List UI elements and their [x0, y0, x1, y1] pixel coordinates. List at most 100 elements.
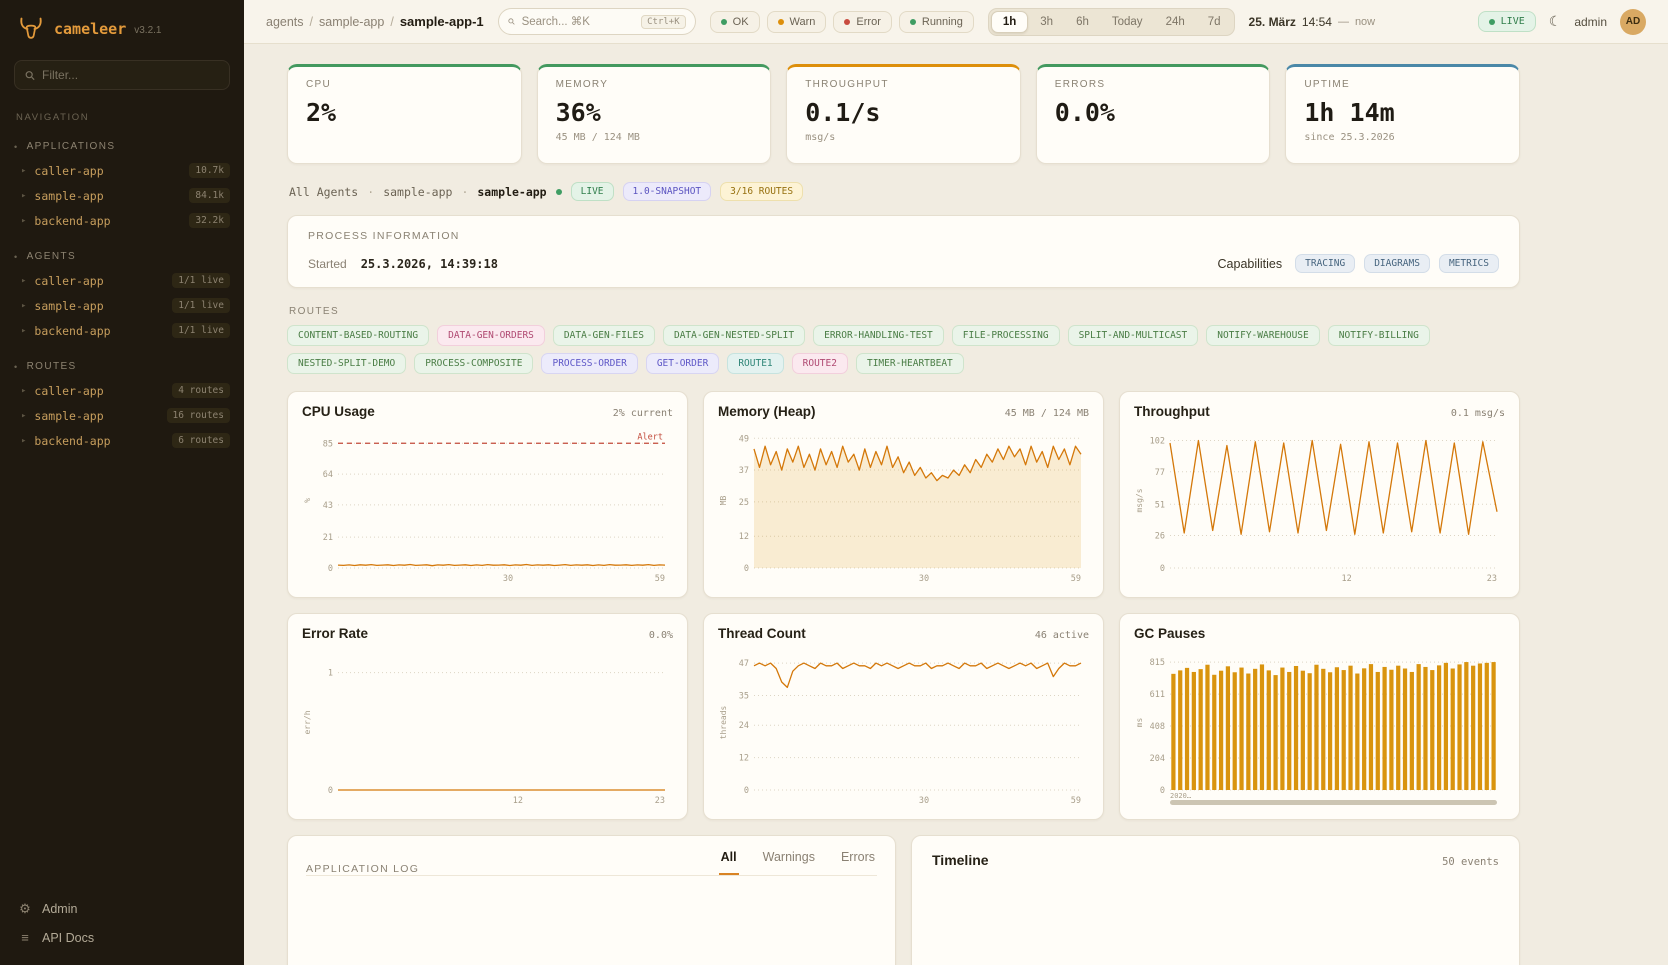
capability-metrics: METRICS [1439, 254, 1499, 273]
section-header-routes[interactable]: •ROUTES [14, 361, 230, 372]
svg-text:815: 815 [1150, 658, 1165, 668]
timeline-title: Timeline [932, 852, 989, 868]
navigation-label: NAVIGATION [16, 112, 228, 123]
time-range-6h[interactable]: 6h [1065, 12, 1100, 32]
svg-text:25: 25 [739, 498, 749, 508]
stat-label: CPU [306, 79, 503, 90]
svg-text:37: 37 [739, 466, 749, 476]
route-chip-timer-heartbeat[interactable]: TIMER-HEARTBEAT [856, 353, 964, 374]
log-tabs: All Warnings Errors [719, 850, 877, 875]
route-chip-get-order[interactable]: GET-ORDER [646, 353, 719, 374]
breadcrumb: agents/sample-app/sample-app-1 [266, 14, 484, 29]
sidebar-item-backend-app[interactable]: ▸backend-app32.2k [0, 208, 244, 233]
sidebar-footer: ⚙Admin ≡API Docs [0, 891, 244, 965]
route-chip-route1[interactable]: ROUTE1 [727, 353, 783, 374]
route-chip-data-gen-orders[interactable]: DATA-GEN-ORDERS [437, 325, 545, 346]
time-range-1h[interactable]: 1h [991, 11, 1028, 33]
avatar[interactable]: AD [1620, 9, 1646, 35]
log-tab-warnings[interactable]: Warnings [761, 850, 817, 875]
capabilities-label: Capabilities [1218, 257, 1283, 271]
timeline-event-count: 50 events [1442, 856, 1499, 868]
stat-label: ERRORS [1055, 79, 1252, 90]
section-header-agents[interactable]: •AGENTS [14, 251, 230, 262]
date-label: 25. März [1249, 15, 1296, 29]
breadcrumb-agents[interactable]: agents [266, 15, 304, 29]
route-chip-process-composite[interactable]: PROCESS-COMPOSITE [414, 353, 533, 374]
sidebar-item-sample-app[interactable]: ▸sample-app16 routes [0, 403, 244, 428]
main-area: agents/sample-app/sample-app-1 Ctrl+K OK… [244, 0, 1668, 965]
log-tab-all[interactable]: All [719, 850, 739, 875]
log-tab-errors[interactable]: Errors [839, 850, 877, 875]
app-root: cameleer v3.2.1 NAVIGATION •APPLICATIONS… [0, 0, 1668, 965]
sidebar-section-routes: •ROUTES ▸caller-app4 routes▸sample-app16 … [0, 361, 244, 453]
sidebar-item-sample-app[interactable]: ▸sample-app84.1k [0, 183, 244, 208]
breadcrumb-separator: / [310, 15, 313, 29]
search-box[interactable]: Ctrl+K [498, 8, 696, 35]
sidebar-filter[interactable] [14, 60, 230, 90]
date-range-control[interactable]: 25. März 14:54 — now [1249, 15, 1376, 29]
sidebar-item-caller-app[interactable]: ▸caller-app4 routes [0, 378, 244, 403]
svg-text:1: 1 [328, 669, 333, 679]
route-chip-split-and-multicast[interactable]: SPLIT-AND-MULTICAST [1068, 325, 1199, 346]
breadcrumb-sample-app-1: sample-app-1 [400, 14, 484, 29]
agent-crumb-1[interactable]: sample-app [383, 185, 452, 199]
time-range-24h[interactable]: 24h [1155, 12, 1196, 32]
filter-input[interactable] [42, 68, 219, 82]
chart-plot-errors: 011223err/h [302, 647, 673, 807]
status-filter-warn[interactable]: Warn [767, 11, 827, 33]
svg-text:77: 77 [1155, 468, 1165, 478]
svg-text:12: 12 [739, 532, 749, 542]
search-input[interactable] [522, 16, 635, 28]
route-chip-content-based-routing[interactable]: CONTENT-BASED-ROUTING [287, 325, 429, 346]
chevron-right-icon: ▸ [21, 166, 26, 176]
chevron-right-icon: ▸ [21, 301, 26, 311]
footer-item-api-docs[interactable]: ≡API Docs [18, 930, 226, 945]
svg-text:Alert: Alert [637, 432, 663, 442]
section-bullet-icon: • [14, 142, 19, 152]
stat-value: 2% [306, 98, 503, 127]
svg-text:64: 64 [323, 470, 333, 480]
route-chip-data-gen-nested-split[interactable]: DATA-GEN-NESTED-SPLIT [663, 325, 805, 346]
bottom-row: APPLICATION LOG All Warnings Errors Timeli… [287, 835, 1520, 965]
svg-text:43: 43 [323, 501, 333, 511]
sidebar-item-caller-app[interactable]: ▸caller-app1/1 live [0, 268, 244, 293]
route-chip-file-processing[interactable]: FILE-PROCESSING [952, 325, 1060, 346]
chart-card-threads: Thread Count46 active0122435473059thread… [703, 613, 1104, 820]
sidebar-item-sample-app[interactable]: ▸sample-app1/1 live [0, 293, 244, 318]
route-chip-notify-billing[interactable]: NOTIFY-BILLING [1328, 325, 1430, 346]
route-chip-error-handling-test[interactable]: ERROR-HANDLING-TEST [813, 325, 944, 346]
route-chip-notify-warehouse[interactable]: NOTIFY-WAREHOUSE [1206, 325, 1320, 346]
sidebar-item-backend-app[interactable]: ▸backend-app6 routes [0, 428, 244, 453]
chart-title-threads: Thread Count [718, 626, 806, 641]
time-range-3h[interactable]: 3h [1029, 12, 1064, 32]
dark-mode-toggle[interactable]: ☾ [1549, 13, 1562, 30]
time-range-today[interactable]: Today [1101, 12, 1154, 32]
svg-text:0: 0 [1160, 564, 1165, 574]
section-header-applications[interactable]: •APPLICATIONS [14, 141, 230, 152]
item-count-badge: 4 routes [172, 383, 230, 398]
breadcrumb-sample-app[interactable]: sample-app [319, 15, 384, 29]
sidebar: cameleer v3.2.1 NAVIGATION •APPLICATIONS… [0, 0, 244, 965]
chart-current-value: 0.1 msg/s [1451, 408, 1505, 419]
application-log-title: APPLICATION LOG [306, 863, 419, 875]
agent-badge-3/16 routes: 3/16 ROUTES [720, 182, 803, 201]
time-range-7d[interactable]: 7d [1197, 12, 1232, 32]
sidebar-item-caller-app[interactable]: ▸caller-app10.7k [0, 158, 244, 183]
stat-label: THROUGHPUT [805, 79, 1002, 90]
route-chip-route2[interactable]: ROUTE2 [792, 353, 848, 374]
sidebar-item-backend-app[interactable]: ▸backend-app1/1 live [0, 318, 244, 343]
route-chip-data-gen-files[interactable]: DATA-GEN-FILES [553, 325, 655, 346]
stat-card-cpu: CPU 2% [287, 64, 522, 164]
status-filter-ok[interactable]: OK [710, 11, 760, 33]
route-chip-process-order[interactable]: PROCESS-ORDER [541, 353, 637, 374]
agent-crumb-0[interactable]: All Agents [289, 185, 358, 199]
svg-text:30: 30 [503, 574, 513, 584]
live-toggle[interactable]: LIVE [1478, 11, 1536, 32]
route-chip-nested-split-demo[interactable]: NESTED-SPLIT-DEMO [287, 353, 406, 374]
status-filter-running[interactable]: Running [899, 11, 974, 33]
routes-chip-list: CONTENT-BASED-ROUTING DATA-GEN-ORDERS DATA… [287, 325, 1520, 374]
app-title: cameleer [54, 20, 126, 38]
status-filter-error[interactable]: Error [833, 11, 891, 33]
footer-item-admin[interactable]: ⚙Admin [18, 901, 226, 917]
stat-value: 1h 14m [1304, 98, 1501, 127]
